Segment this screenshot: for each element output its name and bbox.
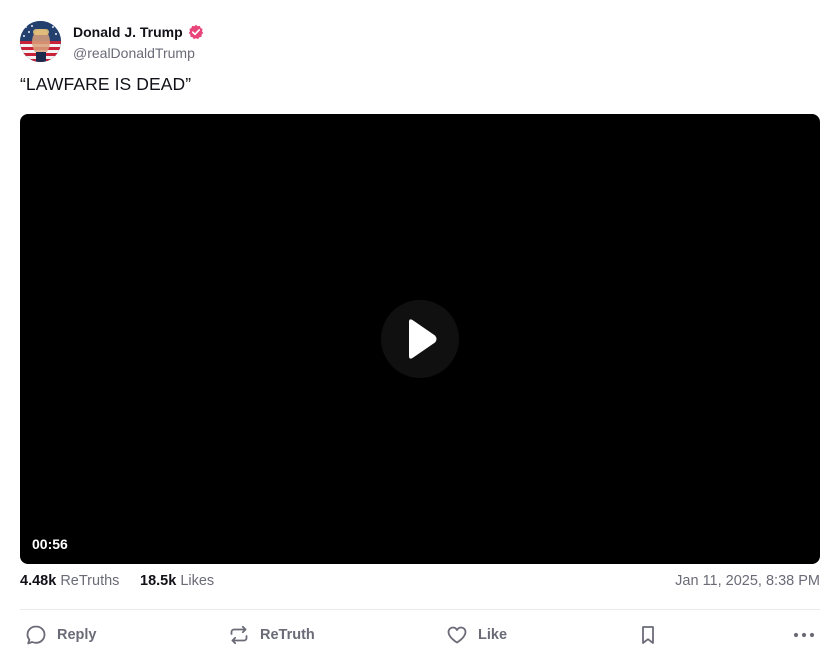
video-player[interactable]: 00:56 xyxy=(20,114,820,564)
video-duration: 00:56 xyxy=(32,536,68,552)
post-text: “LAWFARE IS DEAD” xyxy=(20,74,192,94)
display-name[interactable]: Donald J. Trump xyxy=(73,24,183,40)
more-options-button[interactable] xyxy=(792,620,816,650)
reply-button[interactable]: Reply xyxy=(25,620,97,650)
post-timestamp[interactable]: Jan 11, 2025, 8:38 PM xyxy=(675,573,820,589)
truth-post: Donald J. Trump @realDonaldTrump “LAWFAR… xyxy=(20,0,820,670)
avatar[interactable] xyxy=(20,21,61,62)
likes-stat[interactable]: 18.5k Likes xyxy=(140,573,214,589)
bookmark-button[interactable] xyxy=(637,620,659,650)
retruth-button[interactable]: ReTruth xyxy=(228,620,315,650)
retruth-label: ReTruth xyxy=(260,627,315,643)
play-button[interactable] xyxy=(381,300,459,378)
retruth-icon xyxy=(230,625,248,645)
display-name-row: Donald J. Trump xyxy=(73,23,204,41)
like-icon xyxy=(447,626,467,644)
reply-icon xyxy=(26,625,46,645)
post-stats: 4.48k ReTruths 18.5k Likes Jan 11, 2025,… xyxy=(20,573,820,593)
like-button[interactable]: Like xyxy=(446,620,507,650)
retruths-stat[interactable]: 4.48k ReTruths xyxy=(20,573,119,589)
action-bar: Reply ReTruth Like xyxy=(20,620,820,650)
author-names: Donald J. Trump @realDonaldTrump xyxy=(73,23,204,61)
post-header: Donald J. Trump @realDonaldTrump xyxy=(20,20,820,64)
play-icon xyxy=(409,319,437,359)
author-handle[interactable]: @realDonaldTrump xyxy=(73,45,204,61)
likes-label: Likes xyxy=(180,573,215,589)
divider xyxy=(20,609,820,610)
bookmark-icon xyxy=(642,626,654,644)
retruths-count: 4.48k xyxy=(20,573,57,589)
reply-label: Reply xyxy=(57,627,97,643)
more-icon xyxy=(793,632,815,638)
like-label: Like xyxy=(478,627,508,643)
likes-count: 18.5k xyxy=(140,573,177,589)
verified-badge-icon xyxy=(188,24,204,40)
retruths-label: ReTruths xyxy=(60,573,120,589)
